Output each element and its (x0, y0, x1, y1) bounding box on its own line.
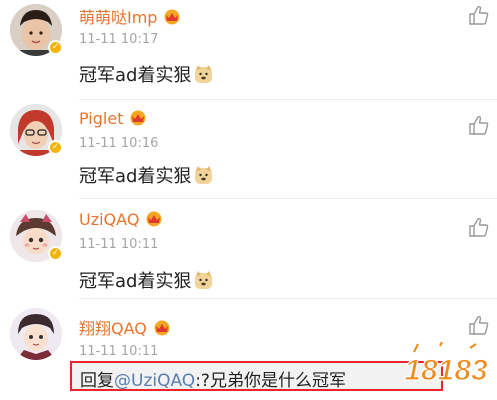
doge-emoji-icon (195, 65, 213, 83)
divider (79, 298, 497, 299)
doge-emoji-icon (195, 271, 213, 289)
vip-crown-icon (164, 9, 180, 25)
reply-line: 回复@UziQAQ:?兄弟你是什么冠军 (80, 366, 346, 391)
comment-feed: ✓ 萌萌哒Imp 11-11 10:17 冠军ad着实狠 ✓ Piglet 11… (0, 0, 497, 400)
username[interactable]: 翔翔QAQ (79, 319, 147, 338)
username[interactable]: 萌萌哒Imp (79, 8, 157, 27)
vip-crown-icon (146, 211, 162, 227)
doge-emoji-icon (195, 166, 213, 184)
comment-time: 11-11 10:16 (79, 136, 159, 151)
vip-crown-icon (154, 320, 170, 336)
comment-text: 冠军ad着实狠 (79, 271, 192, 292)
comment-text: 冠军ad着实狠 (79, 166, 192, 187)
username[interactable]: Piglet (79, 109, 123, 128)
avatar[interactable] (10, 308, 62, 360)
comment-time: 11-11 10:17 (79, 32, 159, 47)
reply-highlight-box: 回复@UziQAQ:?兄弟你是什么冠军 (70, 361, 443, 391)
comment-time: 11-11 10:11 (79, 344, 159, 359)
reply-text: ?兄弟你是什么冠军 (200, 371, 346, 391)
verified-badge-icon: ✓ (48, 140, 63, 155)
username[interactable]: UziQAQ (79, 210, 139, 229)
thumbs-up-icon[interactable] (468, 4, 490, 26)
reply-prefix: 回复 (80, 371, 114, 391)
thumbs-up-icon[interactable] (468, 114, 490, 136)
thumbs-up-icon[interactable] (468, 216, 490, 238)
comment-text: 冠军ad着实狠 (79, 65, 192, 86)
watermark-logo: 18183 (404, 342, 489, 388)
watermark-text: 18183 (404, 354, 488, 387)
comment-item: ✓ 萌萌哒Imp 11-11 10:17 冠军ad着实狠 (0, 0, 497, 100)
reply-mention-link[interactable]: @UziQAQ (114, 371, 195, 391)
comment-item: ✓ Piglet 11-11 10:16 冠军ad着实狠 (0, 100, 497, 200)
vip-crown-icon (130, 110, 146, 126)
comment-item: ✓ UziQAQ 11-11 10:11 冠军ad着实狠 (0, 200, 497, 300)
thumbs-up-icon[interactable] (468, 314, 490, 336)
verified-badge-icon: ✓ (48, 40, 63, 55)
divider (79, 198, 497, 199)
comment-time: 11-11 10:11 (79, 237, 159, 252)
verified-badge-icon: ✓ (48, 246, 63, 261)
